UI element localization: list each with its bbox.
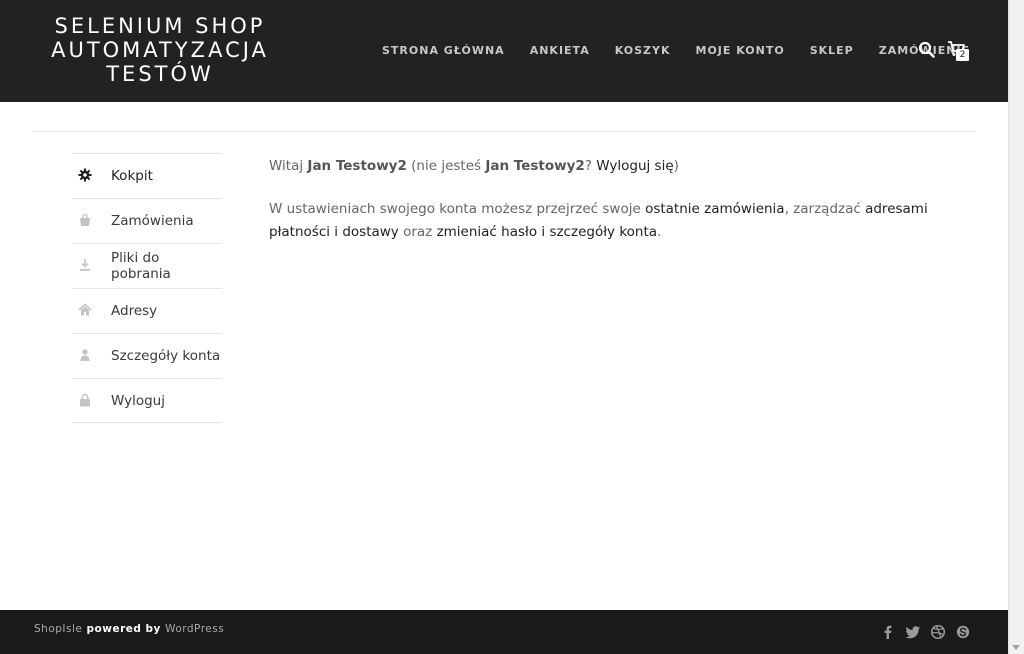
sidebar-item-label: Kokpit bbox=[111, 168, 153, 184]
main-nav: STRONA GŁÓWNA ANKIETA KOSZYK MOJE KONTO … bbox=[372, 40, 985, 60]
account-details-link[interactable]: zmieniać hasło i szczegóły konta bbox=[437, 224, 657, 240]
bag-icon bbox=[80, 213, 90, 226]
greeting-mid: (nie jesteś bbox=[406, 158, 486, 174]
user-name: Jan Testowy2 bbox=[307, 158, 407, 174]
user-icon bbox=[80, 349, 90, 361]
desc-part-2: , zarządzać bbox=[784, 201, 866, 217]
scroll-down-arrow-icon[interactable] bbox=[1012, 645, 1020, 650]
desc-part-4: . bbox=[657, 224, 662, 240]
greeting-question: ? bbox=[584, 158, 597, 174]
search-button[interactable] bbox=[918, 41, 936, 59]
account-navigation: Kokpit Zamówienia Pliki do pobrania Adre… bbox=[72, 153, 222, 423]
nav-item-strona-glowna[interactable]: STRONA GŁÓWNA bbox=[382, 44, 505, 57]
greeting-end: ) bbox=[673, 158, 679, 174]
logout-link[interactable]: Wyloguj się bbox=[596, 158, 673, 174]
twitter-icon[interactable] bbox=[905, 624, 921, 640]
sidebar-item-pliki-do-pobrania[interactable]: Pliki do pobrania bbox=[72, 243, 222, 288]
greeting-prefix: Witaj bbox=[269, 158, 308, 174]
sidebar-item-adresy[interactable]: Adresy bbox=[72, 288, 222, 333]
sidebar-item-label: Wyloguj bbox=[111, 392, 165, 409]
lock-icon bbox=[80, 393, 90, 407]
site-header: SELENIUM SHOP AUTOMATYZACJA TESTÓW STRON… bbox=[0, 0, 1008, 102]
divider bbox=[33, 131, 975, 132]
desc-part-1: W ustawieniach swojego konta możesz prze… bbox=[269, 201, 646, 217]
sidebar-item-zamowienia[interactable]: Zamówienia bbox=[72, 198, 222, 243]
dashboard-description: W ustawieniach swojego konta możesz prze… bbox=[269, 198, 989, 244]
footer-powered-by: powered by bbox=[82, 623, 166, 635]
download-icon bbox=[80, 259, 90, 271]
sidebar-item-label: Szczegóły konta bbox=[111, 348, 221, 364]
nav-item-moje-konto[interactable]: MOJE KONTO bbox=[696, 44, 785, 57]
desc-part-3: oraz bbox=[398, 224, 437, 240]
sidebar-item-kokpit[interactable]: Kokpit bbox=[72, 153, 222, 198]
site-logo[interactable]: SELENIUM SHOP AUTOMATYZACJA TESTÓW bbox=[45, 14, 275, 86]
sidebar-item-label: Pliki do pobrania bbox=[111, 250, 171, 282]
logo-line-3[interactable]: TESTÓW bbox=[45, 62, 275, 86]
search-icon bbox=[918, 41, 935, 58]
nav-item-koszyk[interactable]: KOSZYK bbox=[615, 44, 671, 57]
greeting-text: Witaj Jan Testowy2 (nie jesteś Jan Testo… bbox=[269, 155, 989, 178]
recent-orders-link[interactable]: ostatnie zamówienia bbox=[645, 201, 785, 217]
footer-credits: ShopIsle powered by WordPress bbox=[34, 623, 224, 635]
sidebar-item-wyloguj[interactable]: Wyloguj bbox=[72, 378, 222, 423]
sidebar-item-label: Zamówienia bbox=[111, 213, 194, 229]
user-name-2: Jan Testowy2 bbox=[485, 158, 585, 174]
home-icon bbox=[78, 303, 92, 316]
skype-icon[interactable] bbox=[955, 624, 971, 640]
logo-line-2[interactable]: AUTOMATYZACJA bbox=[45, 38, 275, 62]
sidebar-item-szczegoly-konta[interactable]: Szczegóły konta bbox=[72, 333, 222, 378]
account-dashboard-content: Witaj Jan Testowy2 (nie jesteś Jan Testo… bbox=[269, 155, 989, 264]
site-footer: ShopIsle powered by WordPress bbox=[0, 610, 1008, 654]
page: SELENIUM SHOP AUTOMATYZACJA TESTÓW STRON… bbox=[0, 0, 1008, 654]
sidebar-item-label: Adresy bbox=[111, 303, 158, 319]
footer-platform-link[interactable]: WordPress bbox=[165, 623, 224, 635]
nav-item-ankieta[interactable]: ANKIETA bbox=[530, 44, 590, 57]
dribbble-icon[interactable] bbox=[930, 624, 946, 640]
facebook-icon[interactable] bbox=[880, 624, 896, 640]
nav-item-sklep[interactable]: SKLEP bbox=[810, 44, 854, 57]
social-links bbox=[880, 624, 971, 640]
logo-line-1[interactable]: SELENIUM SHOP bbox=[45, 14, 275, 38]
gear-icon bbox=[78, 168, 92, 182]
cart-count-badge: 2 bbox=[956, 49, 969, 61]
vertical-scrollbar[interactable] bbox=[1008, 0, 1024, 654]
footer-brand-link[interactable]: ShopIsle bbox=[34, 623, 82, 635]
